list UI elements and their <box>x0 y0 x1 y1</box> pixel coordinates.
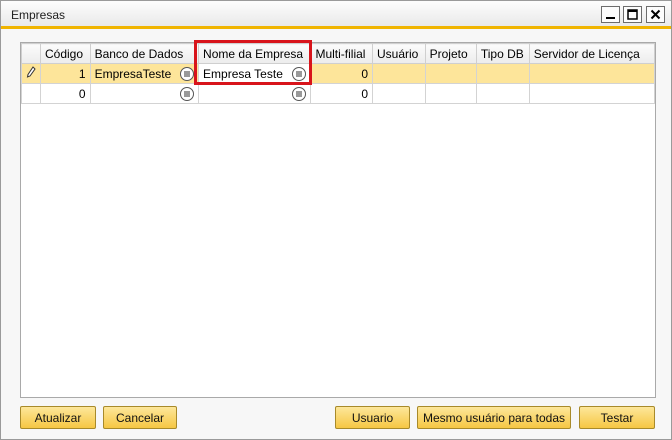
table-row[interactable]: 1 EmpresaTeste Empresa Teste 0 <box>21 63 656 84</box>
column-header-codigo[interactable]: Código <box>40 43 91 64</box>
close-icon <box>650 9 661 20</box>
link-arrow-icon[interactable] <box>292 86 307 101</box>
testar-button[interactable]: Testar <box>579 406 655 429</box>
table-row[interactable]: 0 0 <box>21 83 656 104</box>
maximize-button[interactable] <box>623 6 642 23</box>
cell-usuario[interactable] <box>372 63 426 84</box>
cell-usuario[interactable] <box>372 83 426 104</box>
row-header[interactable] <box>21 83 41 104</box>
companies-grid: Código Banco de Dados Nome da Empresa Mu… <box>21 43 656 104</box>
minimize-button[interactable] <box>601 6 620 23</box>
usuario-button[interactable]: Usuario <box>335 406 410 429</box>
link-arrow-icon[interactable] <box>292 66 307 81</box>
cell-nome-da-empresa[interactable] <box>198 83 312 104</box>
row-header[interactable] <box>21 63 41 84</box>
row-header-corner[interactable] <box>21 43 41 64</box>
edit-pencil-icon <box>26 66 36 78</box>
cell-nome-value: Empresa Teste <box>203 66 283 81</box>
column-header-multi-filial[interactable]: Multi-filial <box>310 43 373 64</box>
column-header-servidor-de-licenca[interactable]: Servidor de Licença <box>528 43 656 64</box>
cell-codigo[interactable]: 1 <box>40 63 91 84</box>
column-header-nome-da-empresa[interactable]: Nome da Empresa <box>198 43 312 64</box>
empresas-window: Empresas Código Banco de Dados Nome da E… <box>0 0 672 440</box>
atualizar-button[interactable]: Atualizar <box>20 406 96 429</box>
cell-multi-filial[interactable]: 0 <box>310 63 373 84</box>
cell-banco-value: EmpresaTeste <box>94 66 172 81</box>
cell-banco-de-dados[interactable]: EmpresaTeste <box>89 63 200 84</box>
cell-tipo-db[interactable] <box>475 63 530 84</box>
cancelar-button[interactable]: Cancelar <box>103 406 177 429</box>
cell-projeto[interactable] <box>424 83 477 104</box>
link-arrow-icon[interactable] <box>180 86 195 101</box>
column-header-projeto[interactable]: Projeto <box>424 43 477 64</box>
cell-tipo-db[interactable] <box>475 83 530 104</box>
window-title: Empresas <box>11 8 66 22</box>
minimize-icon <box>606 17 615 19</box>
cell-servidor-de-licenca[interactable] <box>528 83 656 104</box>
cell-nome-da-empresa[interactable]: Empresa Teste <box>198 63 312 84</box>
column-header-banco-de-dados[interactable]: Banco de Dados <box>89 43 200 64</box>
close-button[interactable] <box>646 6 665 23</box>
cell-banco-de-dados[interactable] <box>89 83 200 104</box>
mesmo-usuario-button[interactable]: Mesmo usuário para todas <box>417 406 571 429</box>
companies-grid-panel: Código Banco de Dados Nome da Empresa Mu… <box>20 42 656 398</box>
cell-codigo[interactable]: 0 <box>40 83 91 104</box>
cell-multi-filial[interactable]: 0 <box>310 83 373 104</box>
column-header-usuario[interactable]: Usuário <box>372 43 426 64</box>
maximize-icon <box>627 9 638 20</box>
cell-servidor-de-licenca[interactable] <box>528 63 656 84</box>
grid-header-row: Código Banco de Dados Nome da Empresa Mu… <box>21 43 656 64</box>
column-header-tipo-db[interactable]: Tipo DB <box>475 43 530 64</box>
link-arrow-icon[interactable] <box>180 66 195 81</box>
title-bar[interactable]: Empresas <box>1 1 671 29</box>
cell-projeto[interactable] <box>424 63 477 84</box>
